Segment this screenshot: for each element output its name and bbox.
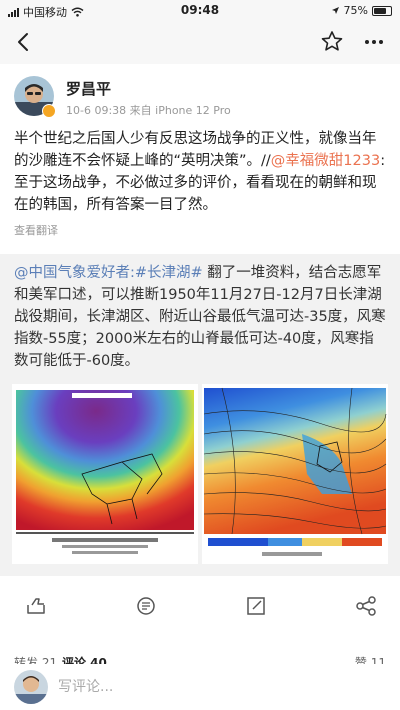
action-bar xyxy=(0,576,400,636)
user-avatar xyxy=(14,670,48,704)
repost-text: @中国气象爱好者:#长津湖# 翻了一堆资料，结合志愿军和美军口述，可以推断195… xyxy=(14,262,388,372)
verified-badge-icon xyxy=(42,104,56,118)
nav-bar xyxy=(0,20,400,64)
battery-icon xyxy=(372,5,392,16)
more-dots-icon[interactable] xyxy=(360,28,388,56)
share-icon[interactable] xyxy=(354,594,378,618)
chevron-left-icon[interactable] xyxy=(10,28,38,56)
translate-link[interactable]: 查看翻译 xyxy=(14,222,58,238)
repost-icon[interactable] xyxy=(24,594,48,618)
status-bar: 中国移动 09:48 75% xyxy=(0,0,400,20)
post-text: 半个世纪之后国人少有反思这场战争的正义性，就像当年的沙雕连不会怀疑上峰的“英明决… xyxy=(14,128,388,216)
post-meta: 10-6 09:38 来自 iPhone 12 Pro xyxy=(66,104,231,117)
post-author[interactable]: 罗昌平 xyxy=(66,78,111,99)
status-right: 75% xyxy=(331,4,392,17)
repost-card[interactable]: @中国气象爱好者:#长津湖# 翻了一堆资料，结合志愿军和美军口述，可以推断195… xyxy=(0,254,400,576)
geopotential-map-image[interactable] xyxy=(12,384,198,564)
comment-input[interactable]: 写评论... xyxy=(58,676,113,696)
location-icon xyxy=(331,7,339,14)
star-outline-icon[interactable] xyxy=(318,28,346,56)
repost-mention-link[interactable]: @中国气象爱好者 xyxy=(14,265,130,281)
comment-bar: 写评论... xyxy=(0,664,400,710)
tabs-row: 转发 21 评论 40 赞 11 xyxy=(0,636,400,670)
edit-icon[interactable] xyxy=(244,594,268,618)
comment-icon[interactable] xyxy=(134,594,158,618)
repost-hashtag-link[interactable]: :#长津湖# xyxy=(130,265,203,281)
temperature-map-image[interactable] xyxy=(202,384,388,564)
post: 罗昌平 10-6 09:38 来自 iPhone 12 Pro 半个世纪之后国人… xyxy=(0,64,400,254)
post-mention-link[interactable]: @幸福微甜1233 xyxy=(271,153,380,169)
battery-percent: 75% xyxy=(343,4,368,17)
